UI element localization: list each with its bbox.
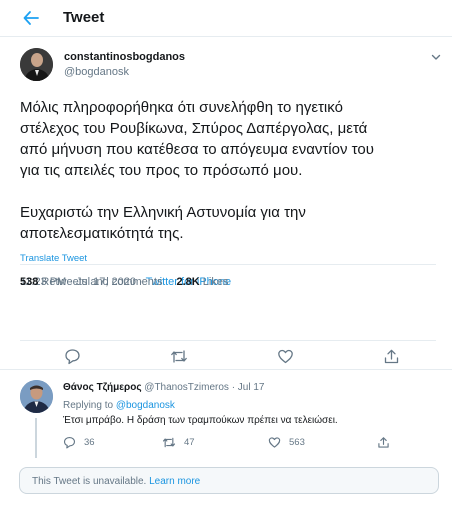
tweet-actions — [0, 345, 452, 367]
reply-share-button[interactable] — [377, 436, 390, 449]
share-icon — [378, 437, 389, 448]
reply-replies-count: 36 — [84, 437, 95, 448]
back-button[interactable] — [18, 6, 44, 30]
reply-like-button[interactable]: 563 — [268, 436, 305, 449]
reply-author-name[interactable]: Θάνος Τζήμερος — [63, 382, 142, 393]
unavailable-text: This Tweet is unavailable. — [32, 476, 150, 487]
author-display-name[interactable]: constantinosbogdanos — [64, 51, 185, 63]
reply-button[interactable] — [61, 345, 83, 367]
reply-header: Θάνος Τζήμερος @ThanosTzimeros · Jul 17 — [63, 382, 264, 393]
arrow-left-icon — [23, 11, 39, 25]
comment-icon — [63, 436, 76, 449]
like-button[interactable] — [274, 345, 296, 367]
likes-label: Likes — [202, 276, 229, 288]
heart-icon — [268, 437, 281, 448]
retweet-icon — [162, 437, 176, 448]
retweets-count: 538 — [20, 276, 39, 288]
thread-line — [35, 418, 37, 458]
divider-stats — [20, 340, 436, 341]
retweet-icon — [171, 349, 187, 363]
reply-text: Έτσι μπράβο. Η δράση των τραμπούκων πρέπ… — [63, 415, 338, 426]
reply-likes-count: 563 — [289, 437, 305, 448]
learn-more-link[interactable]: Learn more — [149, 476, 200, 487]
heart-icon — [277, 349, 293, 363]
share-icon — [384, 349, 398, 363]
replying-to-mention[interactable]: @bogdanosk — [116, 400, 175, 411]
divider-meta — [20, 264, 436, 265]
retweets-label: Retweets and comments — [41, 276, 163, 288]
comment-icon — [64, 348, 80, 364]
author-avatar[interactable] — [20, 48, 53, 81]
reply-author-avatar[interactable] — [20, 380, 53, 413]
section-separator — [0, 369, 452, 370]
reply-reply-button[interactable]: 36 — [63, 436, 95, 449]
reply-retweets-count: 47 — [184, 437, 195, 448]
page-title: Tweet — [63, 9, 105, 26]
translate-tweet-link[interactable]: Translate Tweet — [20, 253, 87, 264]
likes-count: 2.8K — [176, 276, 200, 288]
top-bar: Tweet — [0, 0, 452, 37]
share-button[interactable] — [380, 345, 402, 367]
more-options-button[interactable] — [430, 50, 442, 62]
unavailable-tweet-notice: This Tweet is unavailable. Learn more — [19, 467, 439, 494]
replying-prefix: Replying to — [63, 400, 116, 411]
author-handle[interactable]: @bogdanosk — [64, 66, 129, 78]
reply-author-handle-date[interactable]: @ThanosTzimeros · Jul 17 — [142, 382, 264, 393]
reply-retweet-button[interactable]: 47 — [162, 436, 195, 449]
tweet-stats: 538 Retweets and comments 2.8K Likes — [20, 276, 228, 288]
replying-to: Replying to @bogdanosk — [63, 400, 175, 411]
chevron-down-icon — [431, 54, 441, 60]
retweet-button[interactable] — [168, 345, 190, 367]
retweets-stat[interactable]: 538 Retweets and comments — [20, 276, 162, 288]
likes-stat[interactable]: 2.8K Likes — [176, 276, 228, 288]
reply-actions: 36 47 563 — [63, 436, 443, 452]
tweet-text: Μόλις πληροφορήθηκα ότι συνελήφθη το ηγε… — [20, 99, 374, 242]
